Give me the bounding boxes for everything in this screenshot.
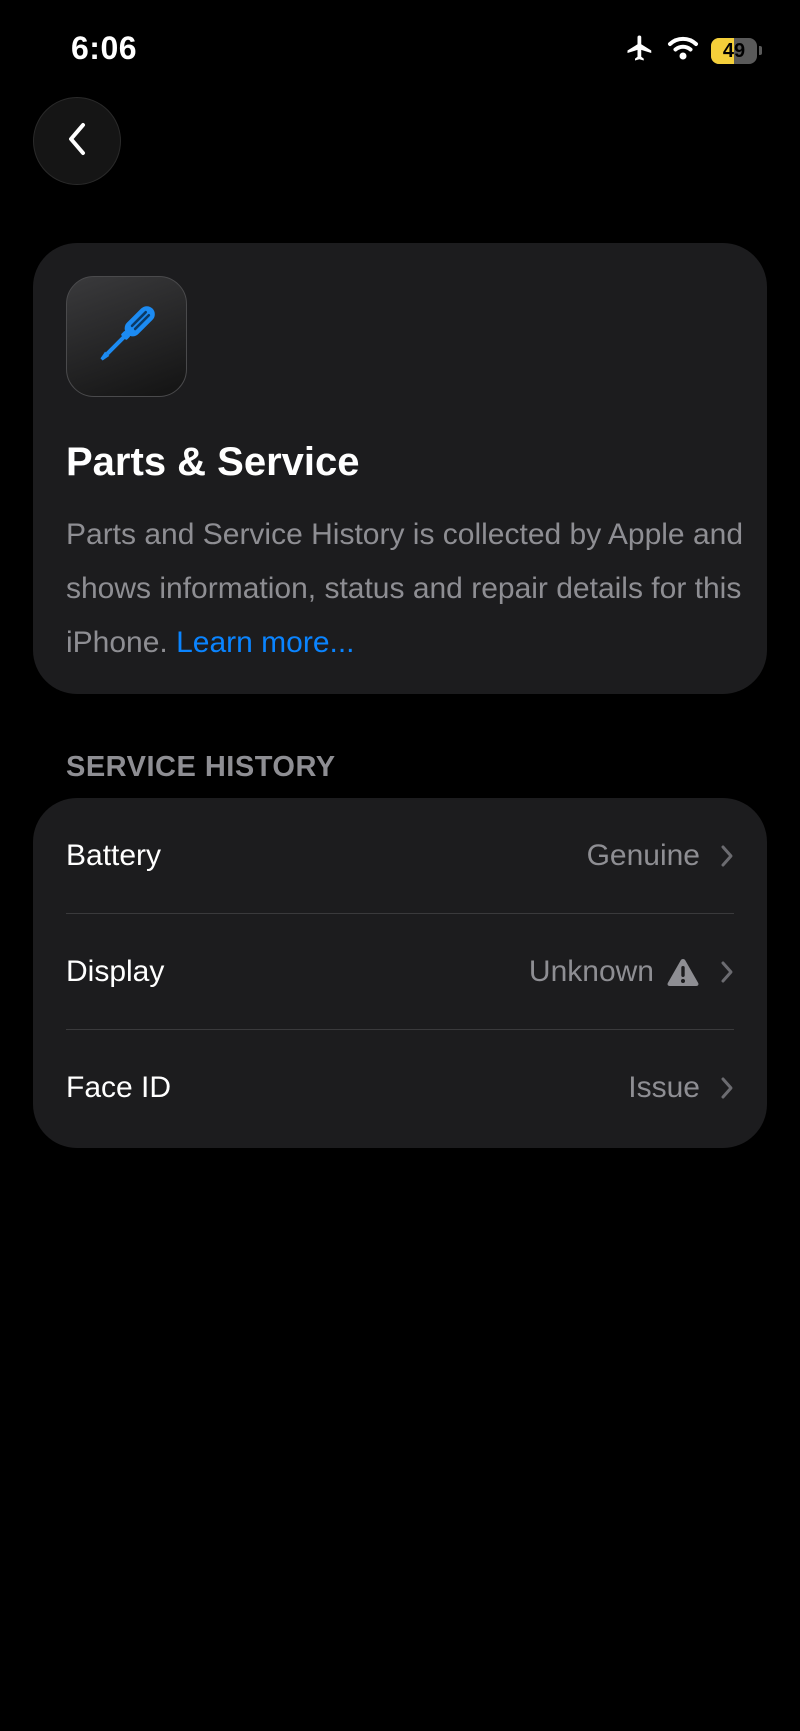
learn-more-link[interactable]: Learn more... <box>176 626 354 659</box>
wifi-icon <box>667 35 699 66</box>
section-header-service-history: SERVICE HISTORY <box>66 751 336 783</box>
status-time: 6:06 <box>71 30 138 66</box>
row-value: Issue <box>628 1071 700 1104</box>
row-label: Face ID <box>66 1071 172 1104</box>
status-bar: 6:06 49 <box>0 0 800 100</box>
page-title: Parts & Service <box>66 440 360 484</box>
app-icon <box>66 276 187 397</box>
list-row-battery[interactable]: Battery Genuine <box>33 798 767 914</box>
row-value: Unknown <box>528 955 654 988</box>
battery-icon: 49 <box>711 37 762 64</box>
back-button[interactable] <box>33 97 121 185</box>
airplane-icon <box>625 33 655 68</box>
battery-level: 49 <box>722 39 746 62</box>
row-label: Display <box>66 955 165 988</box>
list-row-display[interactable]: Display Unknown <box>33 914 767 1030</box>
chevron-left-icon <box>63 119 91 164</box>
service-history-list: Battery Genuine Display Unknown Face ID … <box>33 798 767 1148</box>
battery-body: 49 <box>711 37 757 64</box>
row-label: Battery <box>66 839 162 872</box>
chevron-right-icon <box>720 844 734 868</box>
battery-tip <box>759 46 762 55</box>
chevron-right-icon <box>720 960 734 984</box>
chevron-right-icon <box>720 1076 734 1100</box>
warning-icon <box>666 957 700 987</box>
description-text: Parts and Service History is collected b… <box>66 518 744 659</box>
screwdriver-icon <box>87 294 167 379</box>
list-row-face-id[interactable]: Face ID Issue <box>33 1030 767 1146</box>
status-icons: 49 <box>625 33 762 68</box>
header-description: Parts and Service History is collected b… <box>66 508 746 670</box>
row-value: Genuine <box>586 839 700 872</box>
parts-service-screen: 6:06 49 Parts & Service Parts and Servic… <box>0 0 800 1731</box>
parts-service-info-card: Parts & Service Parts and Service Histor… <box>33 243 767 694</box>
